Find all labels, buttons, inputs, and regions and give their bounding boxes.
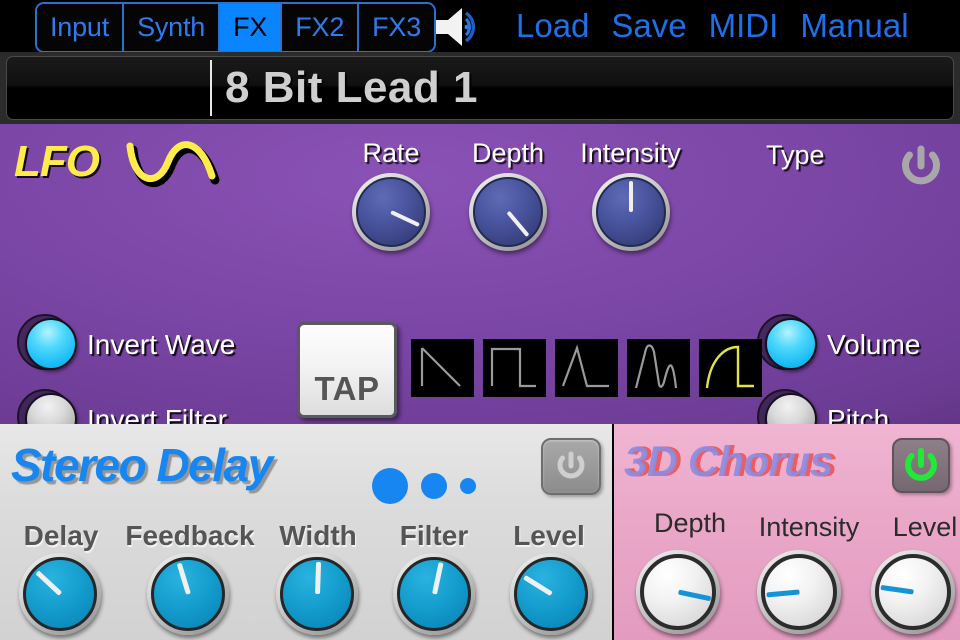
stereo-delay-title: Stereo Delay [11,439,273,491]
chorus-knob-label-intensity: Intensity [758,512,860,542]
delay-power-button[interactable] [541,438,601,495]
delay-knob-label-level: Level [513,520,585,551]
tab-fx2[interactable]: FX2 [282,4,360,51]
lfo-power-button[interactable] [893,139,949,200]
chorus-title-blue-layer: 3D Chorus [624,438,833,486]
tab-fx[interactable]: FX [220,4,283,51]
lfo-waveform-selector [411,339,762,397]
knob-level[interactable] [510,553,592,635]
type-label-text: Volume [827,329,921,360]
led-indicator[interactable] [17,314,78,373]
menu-midi[interactable]: MIDI [709,7,779,45]
tab-input[interactable]: Input [37,4,125,51]
toggle-invert-filter[interactable]: Invert Filter [17,389,228,424]
lfo-title: LFO [14,137,100,186]
type-volume[interactable]: Volume [757,314,921,373]
echo-dot-large [372,468,408,504]
delay-knob-label-feedback: Feedback [125,520,255,551]
led-indicator[interactable] [757,314,818,373]
knob-chorus-depth[interactable] [636,550,720,634]
knob-intensity[interactable] [591,173,670,251]
double-hump-sine-waveform[interactable] [627,339,690,397]
top-navigation-bar: Input Synth FX FX2 FX3 Load Save MIDI Ma… [0,0,960,53]
stereo-delay-panel: Stereo Delay Delay Feedback Width Filter… [0,424,612,640]
echo-dot-small [460,478,476,494]
knob-group-intensity: Intensity [578,138,683,251]
type-label: Type [766,140,825,170]
preset-display[interactable]: 8 Bit Lead 1 [6,56,954,120]
chorus-knob-label-level: Level [892,512,958,542]
square-waveform[interactable] [483,339,546,397]
type-label-text: Pitch [827,404,890,424]
preset-divider [210,60,212,116]
chorus-knob-label-depth: Depth [653,508,727,538]
menu-load[interactable]: Load [516,7,589,45]
echo-dots-icon [372,468,476,504]
knob-pointer [314,561,321,595]
preset-bar-container: 8 Bit Lead 1 [0,52,960,124]
tab-synth[interactable]: Synth [124,4,221,51]
menu-save[interactable]: Save [611,7,686,45]
knob-group-depth: Depth [462,138,554,251]
tap-label: TAP [314,370,380,407]
knob-chorus-intensity[interactable] [757,550,841,634]
knob-label: Intensity [580,138,681,168]
exponential-decay-waveform[interactable] [699,339,762,397]
delay-knob-label-delay: Delay [23,520,99,551]
knob-depth[interactable] [469,173,547,251]
delay-knob-label-width: Width [279,520,357,551]
sine-wave-icon [124,132,224,195]
knob-filter[interactable] [393,553,475,635]
type-pitch[interactable]: Pitch [757,389,890,424]
page-tabs: Input Synth FX FX2 FX3 [35,2,437,53]
tap-tempo-button[interactable]: TAP [297,322,397,418]
tab-fx3[interactable]: FX3 [359,4,435,51]
speaker-volume-icon[interactable] [430,6,500,48]
knob-feedback[interactable] [147,553,229,635]
knob-pointer [628,181,633,212]
preset-name: 8 Bit Lead 1 [225,63,478,112]
knob-width[interactable] [276,553,358,635]
knob-group-rate: Rate [345,138,437,251]
knob-label: Depth [471,138,545,168]
top-menu: Load Save MIDI Manual [516,3,909,49]
led-indicator[interactable] [757,389,818,424]
knob-delay[interactable] [19,553,101,635]
chorus-power-button[interactable] [892,438,950,493]
led-indicator[interactable] [17,389,78,424]
toggle-label: Invert Filter [87,404,228,424]
chorus-title: 3D Chorus 3D Chorus [624,438,837,487]
menu-manual[interactable]: Manual [800,7,908,45]
knob-chorus-level[interactable] [871,550,955,634]
echo-dot-medium [421,473,447,499]
saw-down-waveform[interactable] [411,339,474,397]
knob-rate[interactable] [352,173,430,251]
toggle-invert-wave[interactable]: Invert Wave [17,314,236,373]
triangle-spike-waveform[interactable] [555,339,618,397]
toggle-label: Invert Wave [87,329,236,360]
knob-label: Rate [362,138,420,168]
delay-knob-label-filter: Filter [399,520,469,551]
synth-fx-screen: Input Synth FX FX2 FX3 Load Save MIDI Ma… [0,0,960,640]
